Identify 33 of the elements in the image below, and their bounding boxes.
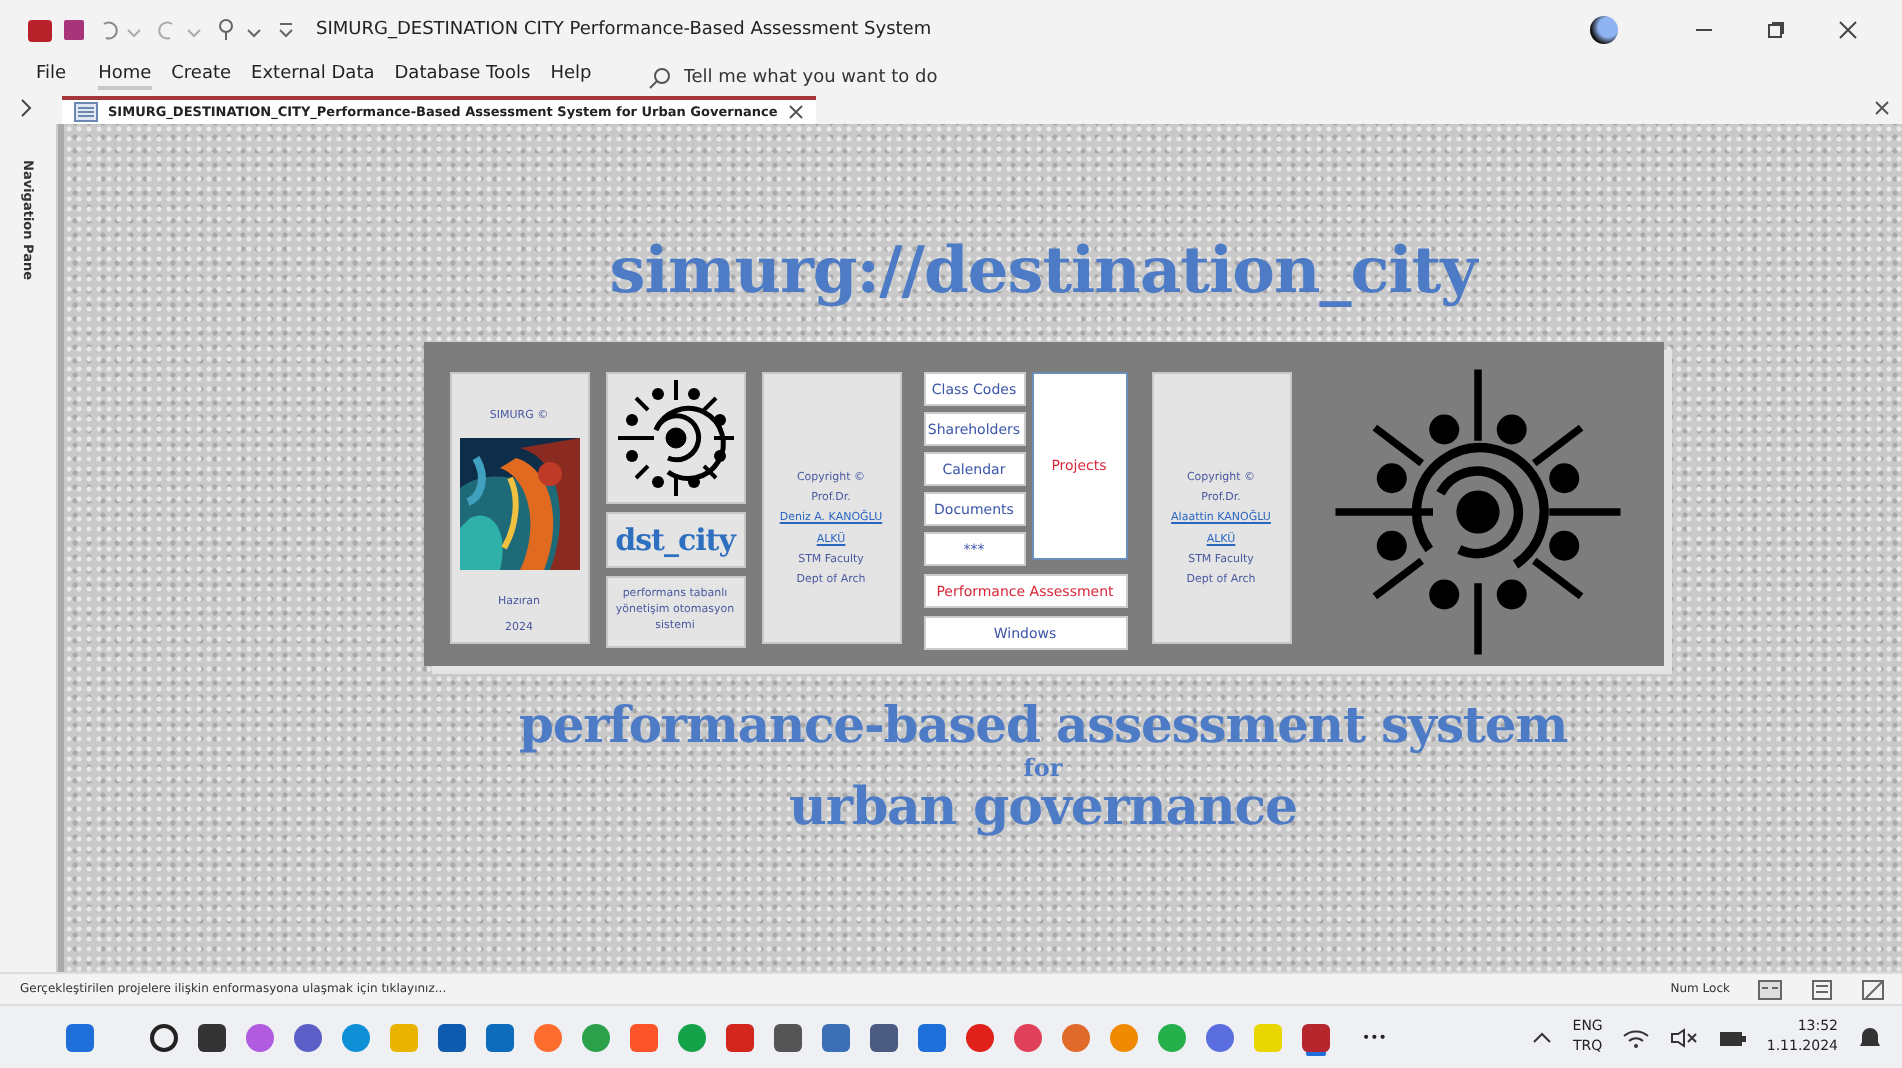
form-subtitle: for (1023, 754, 1063, 782)
menu-tab[interactable]: Create (171, 64, 232, 90)
avatar-icon[interactable] (1590, 16, 1618, 44)
close-icon[interactable] (1874, 100, 1890, 116)
wifi-icon[interactable] (1622, 1027, 1651, 1047)
app-icon[interactable] (28, 19, 52, 41)
logo-name: dst_city (605, 512, 745, 568)
notification-bell-icon[interactable] (1858, 1025, 1882, 1049)
restore-icon[interactable] (1766, 20, 1786, 40)
close-icon[interactable] (1838, 20, 1858, 40)
window-title: SIMURG_DESTINATION CITY Performance-Based Assessment System (316, 20, 932, 40)
menu-tab[interactable]: Help (550, 64, 592, 90)
volume-muted-icon[interactable] (1670, 1027, 1699, 1047)
customize-icon[interactable] (276, 18, 296, 42)
menu-tab[interactable]: File (36, 64, 67, 90)
search-icon[interactable] (149, 1023, 178, 1051)
layout-view-icon[interactable] (1810, 979, 1834, 999)
menu-tab[interactable]: External Data (251, 64, 375, 90)
touch-icon[interactable] (216, 18, 264, 42)
form-subtitle: performance-based assessment system (518, 696, 1568, 754)
search-icon (647, 65, 672, 89)
chevron-up-icon[interactable] (1532, 1029, 1553, 1045)
form-heading: simurg://destination_city (609, 232, 1477, 308)
form-view-icon[interactable] (1758, 979, 1782, 999)
menu-tab[interactable]: Database Tools (394, 64, 531, 90)
close-icon[interactable] (787, 104, 804, 120)
form-icon (74, 102, 98, 122)
design-view-icon[interactable] (1862, 979, 1886, 999)
expand-icon[interactable] (18, 98, 34, 118)
menu-tab[interactable]: Home (98, 64, 152, 90)
search-field[interactable]: Tell me what you want to do (647, 65, 964, 89)
battery-icon[interactable] (1718, 1027, 1747, 1047)
form-subtitle: urban governance (789, 782, 1297, 834)
